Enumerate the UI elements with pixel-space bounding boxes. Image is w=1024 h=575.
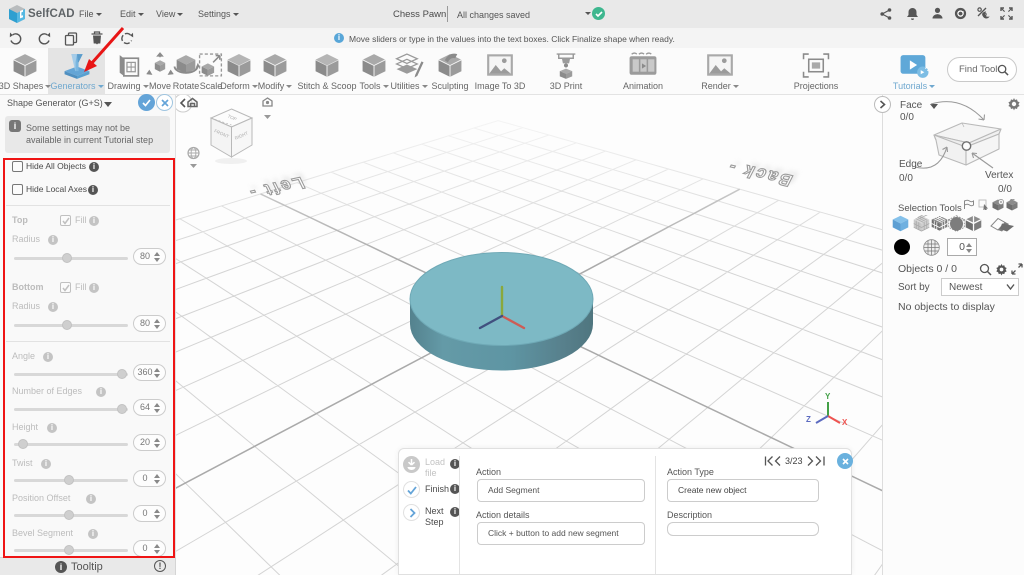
svg-text:3/23: 3/23 [785, 456, 803, 466]
svg-text:Z: Z [806, 415, 811, 424]
svg-text:X: X [842, 418, 848, 427]
svg-text:Y: Y [825, 392, 831, 401]
